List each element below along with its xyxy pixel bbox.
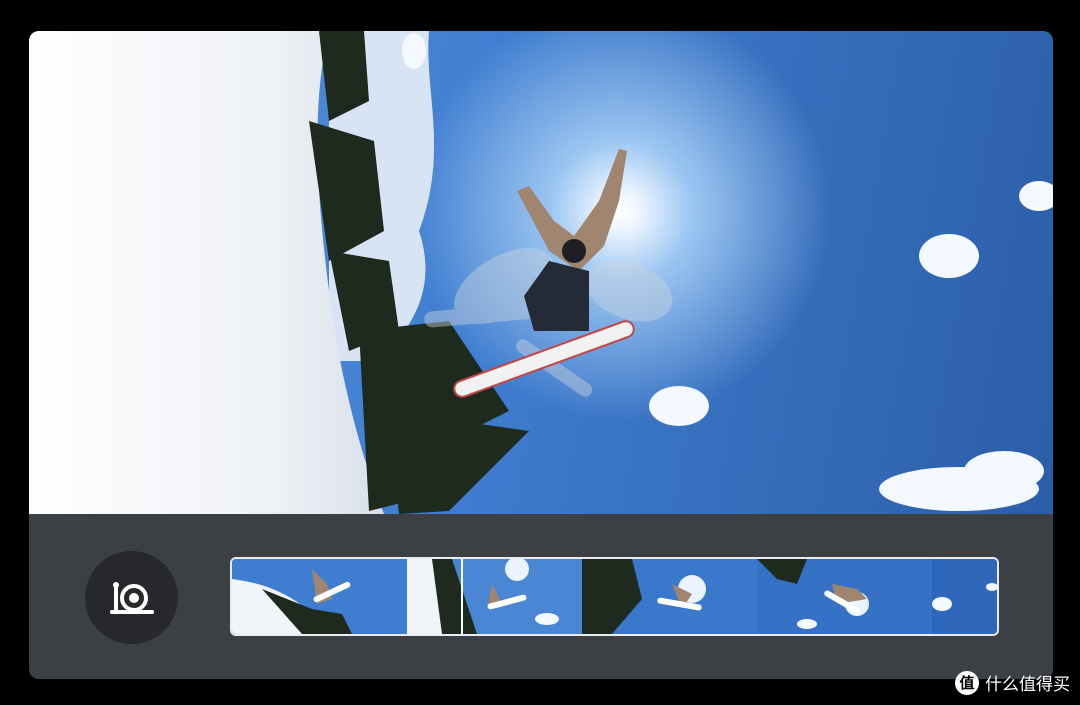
preview-scene — [29, 31, 1053, 514]
timeline-playhead[interactable] — [461, 559, 463, 634]
timeline-frame[interactable] — [407, 559, 582, 634]
slow-motion-button[interactable] — [85, 551, 178, 644]
watermark-logo: 值 — [955, 670, 979, 695]
timeline-strip[interactable] — [230, 557, 999, 636]
video-preview[interactable] — [29, 31, 1053, 514]
watermark-text: 什么值得买 — [985, 675, 1070, 694]
timeline-frame[interactable] — [232, 559, 407, 634]
watermark: 值 什么值得买 — [955, 670, 1070, 695]
snail-icon — [109, 581, 154, 614]
video-editor-card — [29, 31, 1053, 679]
timeline-frame[interactable] — [582, 559, 757, 634]
timeline-frame[interactable] — [932, 559, 997, 634]
timeline-frame[interactable] — [757, 559, 932, 634]
controls-bar — [29, 514, 1053, 679]
